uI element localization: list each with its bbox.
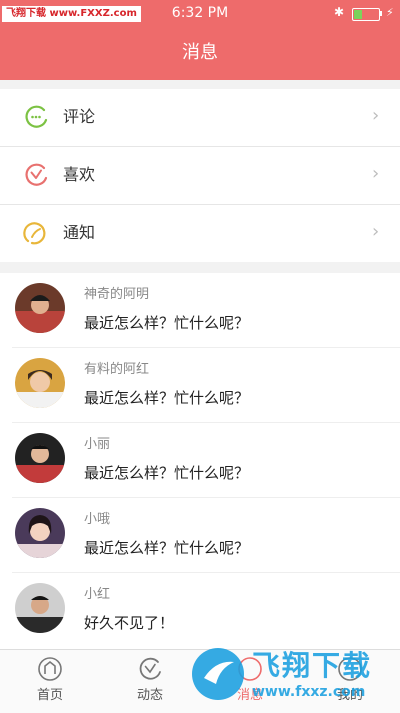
menu-item-notifications[interactable]: 通知 › — [0, 205, 400, 262]
list-item[interactable]: 有料的阿红 最近怎么样？忙什么呢？ — [0, 348, 400, 423]
menu-item-likes[interactable]: 喜欢 › — [0, 147, 400, 205]
sender-name: 有料的阿红 — [84, 362, 150, 377]
list-item[interactable]: 小丽 最近怎么样？忙什么呢？ — [0, 423, 400, 498]
notification-icon — [23, 222, 46, 245]
comment-icon — [25, 105, 48, 128]
watermark-title: 飞翔下载 — [252, 649, 373, 682]
tab-home[interactable]: 首页 — [0, 650, 100, 713]
avatar — [15, 583, 65, 633]
avatar — [15, 283, 65, 333]
chevron-right-icon: › — [372, 163, 380, 184]
heart-icon — [25, 163, 48, 186]
tab-label: 动态 — [136, 688, 163, 703]
battery-icon — [352, 8, 380, 21]
menu-item-label: 通知 — [63, 223, 96, 242]
status-bar: 飞翔下载 www.FXXZ.com 6:32 PM ✱ ⚡ — [0, 0, 400, 28]
watermark-url: www.fxxz.com — [252, 684, 366, 700]
chevron-right-icon: › — [372, 105, 380, 126]
list-item[interactable]: 神奇的阿明 最近怎么样？忙什么呢？ — [0, 273, 400, 348]
chevron-right-icon: › — [372, 221, 380, 242]
activity-icon — [139, 657, 161, 680]
tab-label: 首页 — [36, 688, 63, 703]
bluetooth-icon: ✱ — [334, 5, 345, 19]
menu-item-label: 喜欢 — [63, 165, 96, 184]
category-menu: 评论 › 喜欢 › 通知 › — [0, 89, 400, 262]
sender-name: 小红 — [84, 587, 111, 602]
watermark-logo: 飞翔下载 www.fxxz.com — [190, 636, 400, 712]
message-list: 神奇的阿明 最近怎么样？忙什么呢？ 有料的阿红 最近怎么样？忙什么呢？ 小丽 最… — [0, 273, 400, 649]
home-icon — [38, 657, 62, 681]
message-preview: 最近怎么样？忙什么呢？ — [84, 464, 250, 482]
app-header: 飞翔下载 www.FXXZ.com 6:32 PM ✱ ⚡ 消息 — [0, 0, 400, 80]
avatar — [15, 358, 65, 408]
avatar — [15, 433, 65, 483]
message-preview: 最近怎么样？忙什么呢？ — [84, 314, 250, 332]
charging-icon: ⚡ — [386, 6, 394, 19]
list-item[interactable]: 小哦 最近怎么样？忙什么呢？ — [0, 498, 400, 573]
battery-tip — [380, 11, 382, 16]
message-preview: 最近怎么样？忙什么呢？ — [84, 389, 250, 407]
avatar — [15, 508, 65, 558]
sender-name: 神奇的阿明 — [84, 287, 150, 302]
page-title: 消息 — [182, 42, 218, 63]
tab-activity[interactable]: 动态 — [100, 650, 200, 713]
message-preview: 最近怎么样？忙什么呢？ — [84, 539, 250, 557]
menu-item-label: 评论 — [63, 107, 96, 126]
sender-name: 小哦 — [84, 512, 111, 527]
watermark-logo-icon — [192, 648, 244, 700]
sender-name: 小丽 — [84, 437, 111, 452]
menu-item-comments[interactable]: 评论 › — [0, 89, 400, 147]
message-preview: 好久不见了！ — [84, 614, 175, 632]
